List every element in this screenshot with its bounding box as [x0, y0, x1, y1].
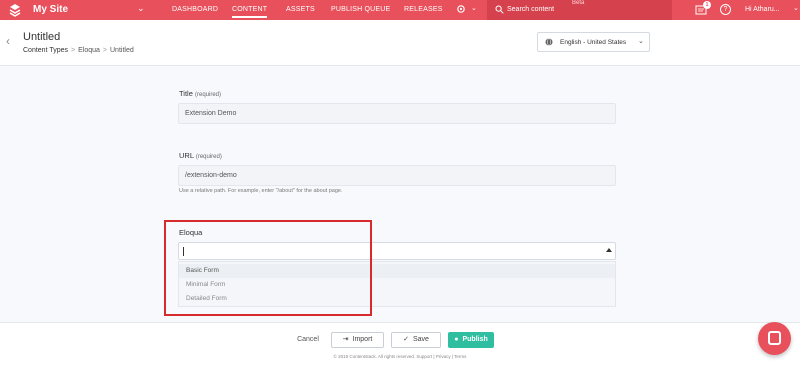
- chevron-down-icon[interactable]: ⌄: [471, 4, 477, 12]
- import-label: Import: [352, 336, 373, 343]
- nav-assets[interactable]: ASSETS: [286, 6, 315, 13]
- top-navigation-bar: My Site ⌄ DASHBOARD CONTENT ASSETS PUBLI…: [0, 0, 800, 20]
- entry-header: ‹ Untitled Content Types > Eloqua > Untitled…: [0, 20, 800, 66]
- nav-releases[interactable]: RELEASES: [404, 6, 443, 13]
- import-button[interactable]: ⇥ Import: [331, 332, 384, 348]
- chevron-down-icon[interactable]: ⌄: [137, 3, 145, 14]
- save-button[interactable]: ✓ Save: [391, 332, 441, 348]
- breadcrumb-eloqua[interactable]: Eloqua: [78, 47, 100, 54]
- nav-content[interactable]: CONTENT: [232, 6, 268, 18]
- cancel-button[interactable]: Cancel: [292, 332, 324, 348]
- notification-count-badge: 1: [703, 1, 711, 9]
- required-marker: (required): [195, 154, 222, 160]
- globe-icon: ●: [454, 336, 459, 343]
- user-menu[interactable]: Hi Atharu...: [745, 6, 780, 13]
- title-input[interactable]: Extension Demo: [178, 103, 616, 124]
- save-label: Save: [412, 336, 429, 343]
- breadcrumb: Content Types > Eloqua > Untitled: [23, 47, 134, 54]
- gear-icon[interactable]: [456, 4, 466, 14]
- url-field-label: URL (required): [179, 151, 222, 160]
- caret-up-icon[interactable]: [606, 248, 612, 252]
- beta-badge: Beta: [572, 0, 585, 6]
- required-marker: (required): [194, 92, 221, 98]
- url-hint: Use a relative path. For example, enter …: [179, 188, 343, 194]
- action-footer: Cancel ⇥ Import ✓ Save ● Publish © 2019 Con…: [0, 322, 800, 366]
- locale-dropdown[interactable]: English - United States ⌄: [537, 32, 650, 52]
- chevron-right-icon: >: [102, 47, 107, 54]
- globe-icon: [545, 38, 553, 46]
- url-label-text: URL: [179, 151, 194, 160]
- site-name[interactable]: My Site: [33, 4, 68, 15]
- search-icon: [495, 5, 504, 14]
- annotation-highlight-box: [164, 220, 372, 316]
- locale-value: English - United States: [560, 39, 627, 46]
- url-input[interactable]: /extension-demo: [178, 165, 616, 186]
- publish-button[interactable]: ● Publish: [448, 332, 494, 348]
- title-field-label: Title (required): [179, 89, 221, 98]
- check-icon: ✓: [403, 336, 409, 343]
- chat-icon: [768, 331, 781, 345]
- breadcrumb-untitled: Untitled: [110, 47, 134, 54]
- help-icon[interactable]: ?: [720, 4, 731, 15]
- chevron-down-icon[interactable]: ⌄: [793, 4, 799, 12]
- nav-publish-queue[interactable]: PUBLISH QUEUE: [331, 6, 390, 13]
- title-label-text: Title: [179, 89, 193, 98]
- page-title: Untitled: [23, 31, 61, 43]
- chevron-right-icon: >: [71, 47, 76, 54]
- search-input[interactable]: Search content: [507, 6, 554, 13]
- copyright-text: © 2019 Contentstack. All rights reserved…: [333, 354, 467, 359]
- publish-label: Publish: [462, 336, 488, 343]
- breadcrumb-content-types[interactable]: Content Types: [23, 47, 68, 54]
- back-arrow-icon[interactable]: ‹: [6, 34, 10, 48]
- chevron-down-icon: ⌄: [638, 38, 644, 45]
- contentstack-logo-icon[interactable]: [8, 3, 22, 17]
- nav-dashboard[interactable]: DASHBOARD: [172, 6, 218, 13]
- chat-widget-button[interactable]: [758, 322, 791, 355]
- import-icon: ⇥: [342, 336, 349, 343]
